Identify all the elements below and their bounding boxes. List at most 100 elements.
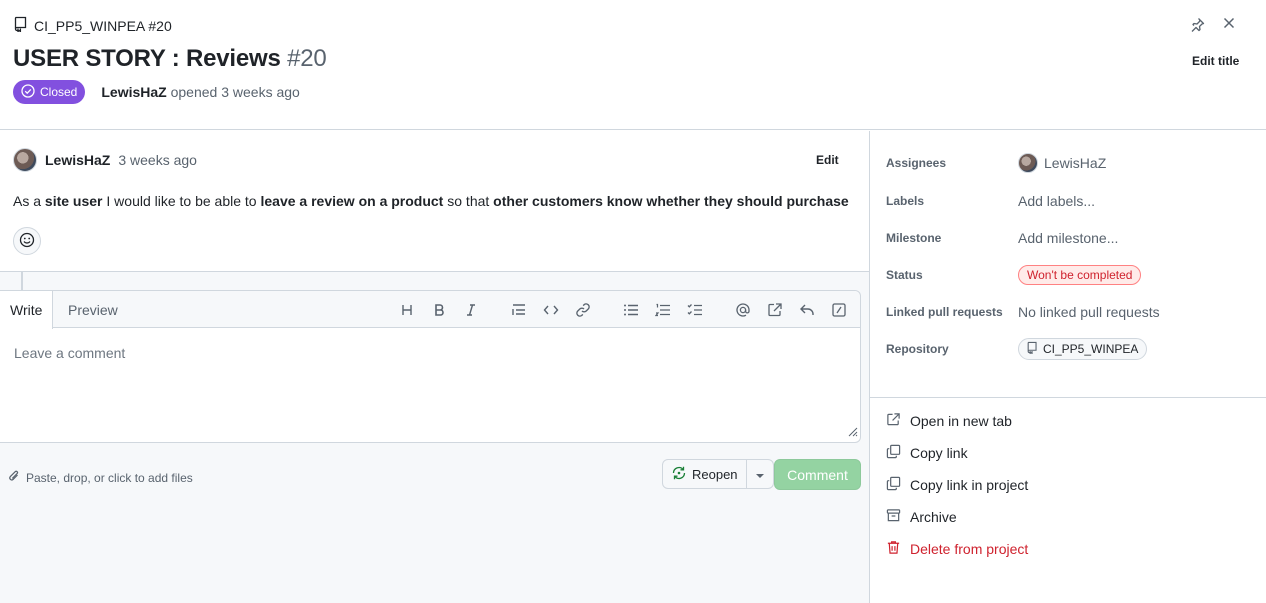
status-badge: Closed bbox=[13, 80, 86, 104]
repository-pill: CI_PP5_WINPEA bbox=[1018, 338, 1148, 360]
assignee-name: LewisHaZ bbox=[1044, 155, 1107, 171]
issue-header: CI_PP5_WINPEA #20 USER STORY : Reviews #… bbox=[0, 0, 1266, 130]
repository-value[interactable]: CI_PP5_WINPEA bbox=[1018, 338, 1148, 360]
action-label: Delete from project bbox=[910, 541, 1029, 557]
field-milestone: Milestone Add milestone... bbox=[886, 226, 1266, 250]
comment-author[interactable]: LewisHaZ bbox=[45, 152, 110, 168]
issue-title-text: USER STORY : Reviews bbox=[13, 45, 281, 72]
slash-commands-icon[interactable] bbox=[829, 300, 849, 320]
pin-icon bbox=[1189, 17, 1205, 36]
paperclip-icon bbox=[8, 469, 20, 486]
tab-preview[interactable]: Preview bbox=[58, 291, 128, 328]
copy-icon bbox=[886, 444, 901, 462]
status-pill: Won't be completed bbox=[1018, 265, 1142, 285]
comment-time[interactable]: 3 weeks ago bbox=[118, 152, 197, 168]
issue-meta: Closed LewisHaZ opened 3 weeks ago bbox=[13, 80, 300, 104]
reopen-icon bbox=[671, 465, 687, 484]
field-assignees: Assignees LewisHaZ bbox=[886, 151, 1266, 175]
comment-button[interactable]: Comment bbox=[774, 459, 861, 490]
timeline-line bbox=[21, 272, 23, 290]
repo-icon bbox=[14, 16, 28, 35]
milestone-value[interactable]: Add milestone... bbox=[1018, 230, 1118, 246]
mention-icon[interactable] bbox=[733, 300, 753, 320]
avatar[interactable] bbox=[13, 148, 37, 172]
new-comment-area: Write Preview Leave a comment Paste, dro… bbox=[0, 271, 869, 603]
tab-write[interactable]: Write bbox=[0, 291, 54, 329]
field-status: Status Won't be completed bbox=[886, 263, 1266, 287]
action-label: Copy link in project bbox=[910, 477, 1029, 493]
link-icon[interactable] bbox=[573, 300, 593, 320]
edit-comment-button[interactable]: Edit bbox=[816, 153, 839, 167]
heading-icon[interactable] bbox=[397, 300, 417, 320]
edit-title-button[interactable]: Edit title bbox=[1186, 52, 1245, 70]
task-list-icon[interactable] bbox=[685, 300, 705, 320]
attach-files[interactable]: Paste, drop, or click to add files bbox=[8, 469, 193, 486]
repo-reference[interactable]: CI_PP5_WINPEA #20 bbox=[14, 16, 172, 35]
action-label: Copy link bbox=[910, 445, 968, 461]
avatar bbox=[1018, 153, 1038, 173]
issue-title: USER STORY : Reviews #20 bbox=[13, 45, 327, 73]
copy-icon bbox=[886, 476, 901, 494]
comment-body-bold: other customers know whether they should… bbox=[493, 193, 849, 209]
assignees-value[interactable]: LewisHaZ bbox=[1018, 153, 1106, 173]
editor-tabs: Write Preview bbox=[0, 291, 860, 329]
status-value[interactable]: Won't be completed bbox=[1018, 265, 1142, 285]
add-reaction-button[interactable] bbox=[13, 227, 41, 255]
issue-main: LewisHaZ 3 weeks ago Edit As a site user… bbox=[0, 131, 869, 603]
comment-body-part: As a bbox=[13, 193, 45, 209]
status-badge-label: Closed bbox=[40, 85, 78, 99]
field-label: Milestone bbox=[886, 231, 942, 245]
sidebar-divider bbox=[870, 397, 1266, 398]
field-repository: Repository CI_PP5_WINPEA bbox=[886, 337, 1266, 361]
field-linked-pull-requests: Linked pull requests No linked pull requ… bbox=[886, 300, 1266, 324]
code-icon[interactable] bbox=[541, 300, 561, 320]
comment-body-part: so that bbox=[443, 193, 494, 209]
quote-icon[interactable] bbox=[509, 300, 529, 320]
resize-handle-icon[interactable] bbox=[846, 424, 858, 440]
pin-button[interactable] bbox=[1187, 16, 1207, 36]
external-link-icon bbox=[886, 412, 901, 430]
action-label: Archive bbox=[910, 509, 957, 525]
labels-value[interactable]: Add labels... bbox=[1018, 193, 1095, 209]
trash-icon bbox=[886, 540, 901, 558]
reply-icon[interactable] bbox=[797, 300, 817, 320]
reopen-label: Reopen bbox=[692, 466, 738, 482]
bulleted-list-icon[interactable] bbox=[621, 300, 641, 320]
field-label: Assignees bbox=[886, 156, 947, 170]
triangle-down-icon bbox=[755, 466, 765, 482]
comment-body-part: I would like to be able to bbox=[102, 193, 261, 209]
copy-link-action[interactable]: Copy link bbox=[886, 444, 968, 462]
bold-icon[interactable] bbox=[429, 300, 449, 320]
comment-body-bold: leave a review on a product bbox=[260, 193, 444, 209]
archive-action[interactable]: Archive bbox=[886, 508, 957, 526]
field-label: Repository bbox=[886, 342, 949, 356]
repo-reference-text: CI_PP5_WINPEA #20 bbox=[34, 17, 172, 34]
close-icon bbox=[1223, 16, 1235, 32]
close-button[interactable] bbox=[1219, 14, 1239, 34]
issue-sidebar: Assignees LewisHaZ Labels Add labels... … bbox=[870, 131, 1266, 603]
archive-icon bbox=[886, 508, 901, 526]
field-label: Linked pull requests bbox=[886, 305, 1003, 319]
reopen-button[interactable]: Reopen bbox=[663, 460, 747, 488]
opened-by-time: opened 3 weeks ago bbox=[170, 84, 300, 100]
comment-body-bold: site user bbox=[44, 193, 103, 209]
cross-reference-icon[interactable] bbox=[765, 300, 785, 320]
italic-icon[interactable] bbox=[461, 300, 481, 320]
copy-link-in-project-action[interactable]: Copy link in project bbox=[886, 476, 1028, 494]
issue-number: #20 bbox=[287, 45, 327, 72]
repo-icon bbox=[1027, 341, 1038, 357]
field-label: Labels bbox=[886, 194, 925, 208]
comment-editor: Write Preview Leave a comment bbox=[0, 290, 861, 443]
open-in-new-tab-action[interactable]: Open in new tab bbox=[886, 412, 1012, 430]
field-labels: Labels Add labels... bbox=[886, 189, 1266, 213]
linked-pull-requests-value[interactable]: No linked pull requests bbox=[1018, 304, 1160, 320]
comment-body: As a site user I would like to be able t… bbox=[13, 193, 849, 209]
opened-by-author[interactable]: LewisHaZ bbox=[101, 84, 166, 100]
reopen-button-group: Reopen bbox=[662, 459, 774, 489]
numbered-list-icon[interactable] bbox=[653, 300, 673, 320]
check-circle-icon bbox=[21, 83, 35, 101]
comment-textarea[interactable]: Leave a comment bbox=[14, 345, 125, 361]
comment-header: LewisHaZ 3 weeks ago bbox=[13, 148, 197, 172]
delete-from-project-action[interactable]: Delete from project bbox=[886, 540, 1028, 558]
reopen-options-button[interactable] bbox=[747, 460, 773, 488]
